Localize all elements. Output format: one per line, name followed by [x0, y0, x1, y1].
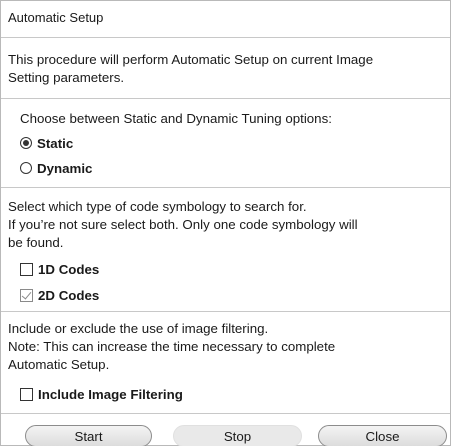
checkbox-2d-codes[interactable]: 2D Codes — [20, 286, 99, 304]
checkbox-unchecked-icon[interactable] — [20, 262, 33, 276]
tuning-separator — [1, 187, 450, 188]
intro-text: This procedure will perform Automatic Se… — [8, 51, 446, 87]
symbology-text: Select which type of code symbology to s… — [8, 198, 446, 252]
filtering-line-1: Include or exclude the use of image filt… — [8, 321, 269, 336]
radio-unselected-icon[interactable] — [20, 162, 32, 174]
radio-selected-icon[interactable] — [20, 137, 32, 149]
start-button[interactable]: Start — [25, 425, 152, 446]
filtering-line-2: Note: This can increase the time necessa… — [8, 339, 336, 354]
stop-button[interactable]: Stop — [173, 425, 302, 446]
symbology-separator — [1, 311, 450, 312]
radio-static[interactable]: Static — [20, 134, 73, 152]
checkbox-1d-codes-label: 1D Codes — [38, 261, 100, 277]
symbology-line-1: Select which type of code symbology to s… — [8, 199, 307, 214]
checkbox-include-image-filtering-label: Include Image Filtering — [38, 386, 183, 402]
intro-line-2: Setting parameters. — [8, 70, 125, 85]
filtering-line-3: Automatic Setup. — [8, 357, 110, 372]
tuning-prompt: Choose between Static and Dynamic Tuning… — [20, 111, 332, 126]
checkbox-1d-codes[interactable]: 1D Codes — [20, 260, 99, 278]
checkbox-include-image-filtering[interactable]: Include Image Filtering — [20, 385, 183, 403]
intro-line-1: This procedure will perform Automatic Se… — [8, 52, 374, 67]
checkbox-checked-icon[interactable] — [20, 288, 33, 302]
automatic-setup-dialog: Automatic Setup This procedure will perf… — [0, 0, 451, 446]
radio-dynamic[interactable]: Dynamic — [20, 159, 92, 177]
checkbox-unchecked-icon[interactable] — [20, 387, 33, 401]
radio-static-label: Static — [37, 135, 74, 151]
filtering-text: Include or exclude the use of image filt… — [8, 320, 446, 374]
title-separator — [1, 37, 450, 38]
symbology-line-3: be found. — [8, 235, 64, 250]
radio-dynamic-label: Dynamic — [37, 160, 93, 176]
checkbox-2d-codes-label: 2D Codes — [38, 287, 100, 303]
intro-separator — [1, 98, 450, 99]
filtering-separator — [1, 413, 450, 414]
symbology-line-2: If you’re not sure select both. Only one… — [8, 217, 358, 232]
dialog-title: Automatic Setup — [8, 10, 104, 25]
close-button[interactable]: Close — [318, 425, 447, 446]
